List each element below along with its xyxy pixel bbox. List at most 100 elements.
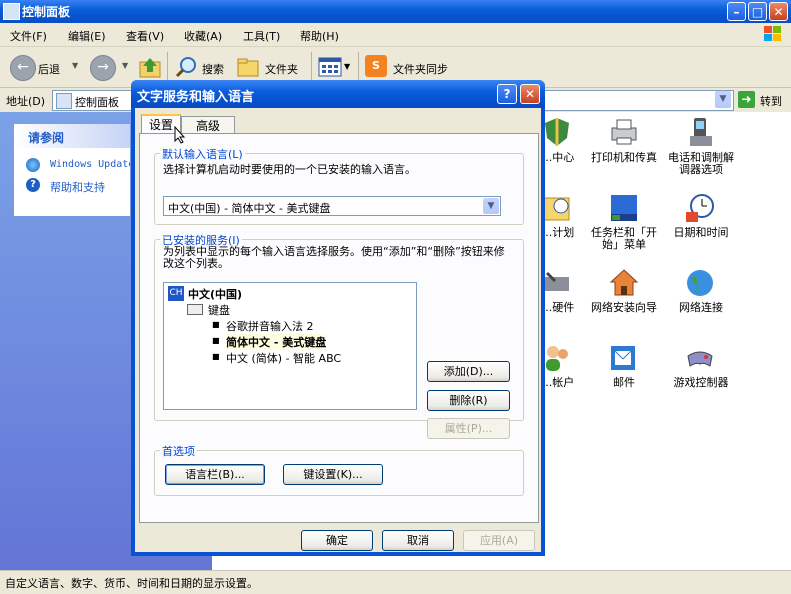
bullet-icon: ■ bbox=[212, 320, 220, 329]
window-titlebar: 控制面板 – □ ✕ bbox=[0, 0, 791, 23]
address-label: 地址(D) bbox=[6, 95, 46, 108]
menu-help[interactable]: 帮助(H) bbox=[300, 28, 339, 44]
services-tree[interactable]: CH 中文(中国) 键盘 ■ 谷歌拼音输入法 2 ■ 简体中文 - 美式键盘 ■… bbox=[163, 282, 417, 410]
back-dropdown-icon[interactable]: ▼ bbox=[72, 61, 78, 70]
forward-dropdown-icon[interactable]: ▼ bbox=[122, 61, 128, 70]
bullet-icon: ■ bbox=[212, 336, 220, 345]
folders-icon[interactable] bbox=[237, 56, 261, 78]
tree-service-smart-abc[interactable]: 中文 (简体) - 智能 ABC bbox=[226, 350, 341, 366]
views-icon[interactable] bbox=[318, 57, 342, 77]
default-language-desc: 选择计算机启动时要使用的一个已安装的输入语言。 bbox=[163, 163, 416, 176]
bullet-icon: ■ bbox=[212, 352, 220, 361]
menu-tools[interactable]: 工具(T) bbox=[243, 28, 280, 44]
control-panel-icon bbox=[3, 3, 20, 20]
toolbar-separator bbox=[167, 52, 168, 82]
gamepad-icon[interactable] bbox=[684, 342, 716, 374]
printer-icon[interactable] bbox=[608, 116, 640, 148]
sync-icon[interactable]: S bbox=[365, 55, 387, 77]
search-button-label[interactable]: 搜索 bbox=[202, 61, 224, 77]
preferences-label: 首选项 bbox=[160, 443, 197, 459]
item-printers-faxes[interactable]: 打印机和传真 bbox=[587, 152, 661, 164]
menu-favorites[interactable]: 收藏(A) bbox=[184, 28, 222, 44]
tree-service-us-keyboard[interactable]: 简体中文 - 美式键盘 bbox=[226, 334, 327, 350]
item-add-hardware[interactable]: ...硬件 bbox=[541, 302, 575, 314]
see-also-panel: 请参阅 Windows Update ? 帮助和支持 bbox=[14, 124, 130, 216]
menu-view[interactable]: 查看(V) bbox=[126, 28, 164, 44]
task-icon[interactable] bbox=[541, 192, 573, 224]
address-value: 控制面板 bbox=[75, 96, 119, 109]
language-badge: CH bbox=[168, 286, 184, 301]
up-folder-icon[interactable] bbox=[138, 55, 162, 79]
item-network-setup-wizard[interactable]: 网络安装向导 bbox=[587, 302, 661, 314]
phone-icon[interactable] bbox=[684, 116, 716, 148]
ok-button[interactable]: 确定 bbox=[301, 530, 373, 551]
cancel-button[interactable]: 取消 bbox=[382, 530, 454, 551]
clock-icon[interactable] bbox=[684, 192, 716, 224]
minimize-button[interactable]: – bbox=[727, 2, 746, 21]
item-security-center[interactable]: ...中心 bbox=[541, 152, 575, 164]
status-text: 自定义语言、数字、货币、时间和日期的显示设置。 bbox=[5, 577, 258, 590]
folders-button-label[interactable]: 文件夹 bbox=[265, 61, 298, 77]
views-dropdown-icon[interactable]: ▼ bbox=[344, 62, 350, 71]
add-button[interactable]: 添加(D)... bbox=[427, 361, 510, 382]
item-phone-modem[interactable]: 电话和调制解调器选项 bbox=[664, 152, 738, 176]
item-game-controllers[interactable]: 游戏控制器 bbox=[664, 377, 738, 389]
globe-icon[interactable] bbox=[684, 267, 716, 299]
users-icon[interactable] bbox=[541, 342, 573, 374]
mouse-cursor-icon bbox=[174, 126, 186, 144]
tree-language[interactable]: 中文(中国) bbox=[188, 286, 242, 302]
dialog-close-button[interactable]: ✕ bbox=[520, 84, 540, 104]
back-arrow-icon[interactable]: ← bbox=[10, 55, 36, 81]
installed-services-desc: 为列表中显示的每个输入语言选择服务。使用“添加”和“删除”按钮来修改这个列表。 bbox=[163, 245, 505, 270]
dialog-titlebar: 文字服务和输入语言 ? ✕ bbox=[131, 80, 545, 108]
item-user-accounts[interactable]: ...帐户 bbox=[541, 377, 575, 389]
item-network-connections[interactable]: 网络连接 bbox=[664, 302, 738, 314]
link-windows-update[interactable]: Windows Update bbox=[50, 159, 130, 170]
status-bar: 自定义语言、数字、货币、时间和日期的显示设置。 bbox=[0, 570, 791, 594]
menu-file[interactable]: 文件(F) bbox=[10, 28, 47, 44]
default-language-label: 默认输入语言(L) bbox=[160, 146, 245, 162]
item-taskbar-start-menu[interactable]: 任务栏和「开始」菜单 bbox=[587, 227, 661, 251]
menu-edit[interactable]: 编辑(E) bbox=[68, 28, 106, 44]
default-language-select[interactable]: 中文(中国) - 简体中文 - 美式键盘 ▼ bbox=[163, 196, 501, 216]
properties-button[interactable]: 属性(P)... bbox=[427, 418, 510, 439]
windows-logo-icon bbox=[764, 26, 781, 41]
key-settings-button[interactable]: 键设置(K)... bbox=[283, 464, 383, 485]
dialog-title: 文字服务和输入语言 bbox=[137, 90, 255, 105]
go-button-label[interactable]: 转到 bbox=[760, 93, 782, 109]
hardware-icon[interactable] bbox=[541, 267, 573, 299]
maximize-button[interactable]: □ bbox=[748, 2, 767, 21]
link-help-support[interactable]: 帮助和支持 bbox=[50, 179, 105, 195]
folder-sync-button-label[interactable]: 文件夹同步 bbox=[393, 61, 448, 77]
taskbar-icon[interactable] bbox=[608, 192, 640, 224]
help-button[interactable]: ? bbox=[497, 84, 517, 104]
tree-service-google-pinyin[interactable]: 谷歌拼音输入法 2 bbox=[226, 318, 314, 334]
menu-bar: 文件(F) 编辑(E) 查看(V) 收藏(A) 工具(T) 帮助(H) bbox=[0, 23, 791, 47]
remove-button[interactable]: 删除(R) bbox=[427, 390, 510, 411]
home-network-icon[interactable] bbox=[608, 267, 640, 299]
text-services-dialog: 文字服务和输入语言 ? ✕ 设置 高级 默认输入语言(L) 选择计算机启动时要使… bbox=[131, 80, 545, 556]
back-button-label[interactable]: 后退 bbox=[38, 61, 60, 77]
address-dropdown-button[interactable]: ▼ bbox=[715, 91, 731, 108]
see-also-header[interactable]: 请参阅 bbox=[14, 124, 130, 148]
tree-keyboard[interactable]: 键盘 bbox=[208, 302, 230, 318]
window-title: 控制面板 bbox=[22, 5, 71, 19]
close-button[interactable]: ✕ bbox=[769, 2, 788, 21]
chevron-down-icon[interactable]: ▼ bbox=[483, 198, 499, 214]
item-scheduled-tasks[interactable]: ...计划 bbox=[541, 227, 575, 239]
item-mail[interactable]: 邮件 bbox=[587, 377, 661, 389]
mail-icon[interactable] bbox=[608, 342, 640, 374]
forward-arrow-icon[interactable]: → bbox=[90, 55, 116, 81]
dialog-body: 设置 高级 默认输入语言(L) 选择计算机启动时要使用的一个已安装的输入语言。 … bbox=[135, 108, 541, 552]
go-arrow-icon[interactable]: ➜ bbox=[738, 91, 755, 108]
keyboard-icon bbox=[187, 304, 203, 315]
apply-button[interactable]: 应用(A) bbox=[463, 530, 535, 551]
see-also-title: 请参阅 bbox=[28, 131, 65, 145]
item-date-time[interactable]: 日期和时间 bbox=[664, 227, 738, 239]
toolbar-separator bbox=[358, 52, 359, 82]
tab-advanced[interactable]: 高级 bbox=[181, 116, 235, 134]
search-icon[interactable] bbox=[174, 55, 198, 79]
shield-icon[interactable] bbox=[541, 116, 573, 148]
control-panel-icon bbox=[56, 93, 72, 109]
language-bar-button[interactable]: 语言栏(B)... bbox=[165, 464, 265, 485]
